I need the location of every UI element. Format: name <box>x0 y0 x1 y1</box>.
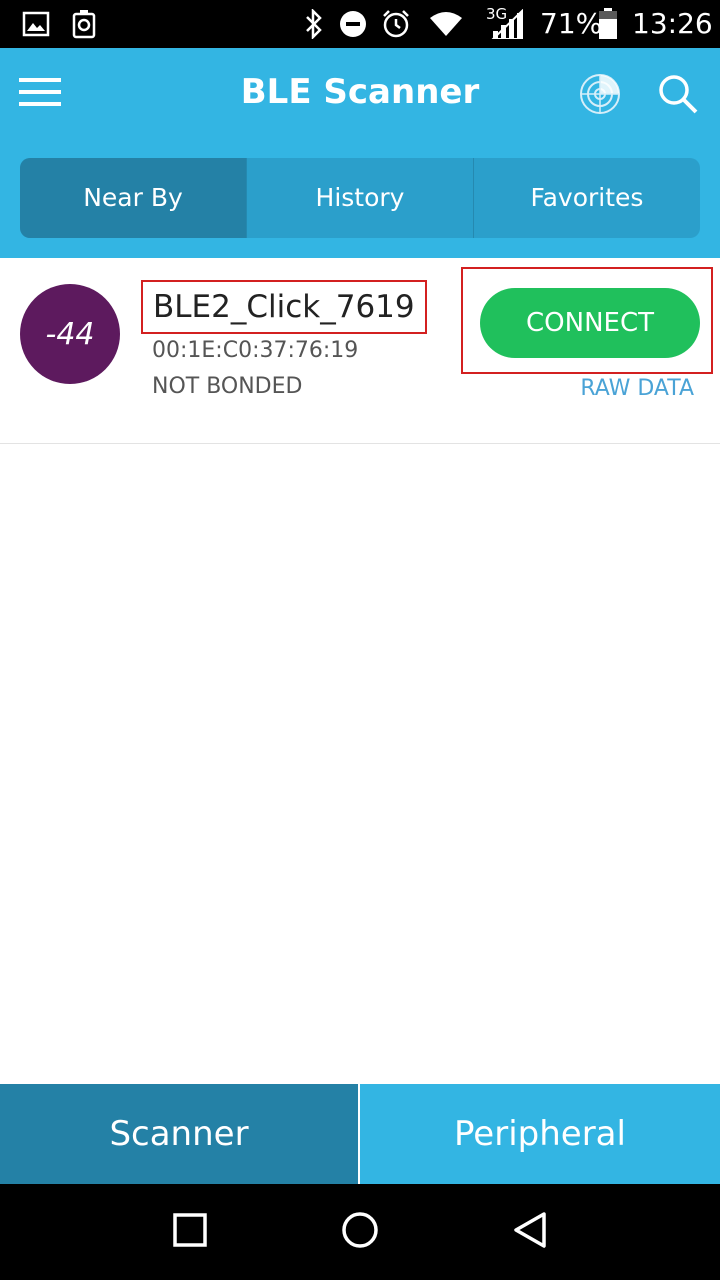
signal-icon <box>488 8 524 40</box>
battery-icon <box>596 8 620 40</box>
back-icon <box>512 1211 548 1253</box>
status-bar: 3G 71% 13:26 <box>0 0 720 48</box>
menu-button[interactable] <box>14 68 66 120</box>
tab-favorites[interactable]: Favorites <box>474 158 700 238</box>
menu-icon <box>19 77 61 111</box>
home-icon <box>341 1211 379 1253</box>
recycle-icon <box>68 8 100 40</box>
radar-icon <box>578 72 622 120</box>
search-button[interactable] <box>652 70 704 122</box>
connect-button[interactable]: CONNECT <box>480 288 700 358</box>
device-mac-address: 00:1E:C0:37:76:19 <box>152 338 359 363</box>
wifi-icon <box>428 8 464 40</box>
recents-icon <box>173 1213 207 1251</box>
bond-state: NOT BONDED <box>152 374 303 399</box>
device-name: BLE2_Click_7619 <box>141 280 427 334</box>
device-list: -44 BLE2_Click_7619 00:1E:C0:37:76:19 NO… <box>0 258 720 1084</box>
tab-history[interactable]: History <box>247 158 474 238</box>
recents-button[interactable] <box>166 1208 214 1256</box>
home-button[interactable] <box>336 1208 384 1256</box>
app-bar: BLE Scanner Near By History Favorites <box>0 48 720 258</box>
raw-data-link[interactable]: RAW DATA <box>580 376 694 401</box>
navigation-bar <box>0 1184 720 1280</box>
back-button[interactable] <box>506 1208 554 1256</box>
bluetooth-icon <box>300 8 328 40</box>
battery-percent: 71% <box>540 7 603 40</box>
alarm-icon <box>380 8 412 40</box>
tab-near-by[interactable]: Near By <box>20 158 247 238</box>
device-row[interactable]: -44 BLE2_Click_7619 00:1E:C0:37:76:19 NO… <box>0 258 720 444</box>
tab-scanner[interactable]: Scanner <box>0 1084 360 1184</box>
bottom-tab-bar: Scanner Peripheral <box>0 1084 720 1184</box>
tab-peripheral[interactable]: Peripheral <box>360 1084 720 1184</box>
gallery-icon <box>20 8 52 40</box>
clock: 13:26 <box>632 7 713 40</box>
do-not-disturb-icon <box>338 8 368 40</box>
search-icon <box>657 73 699 119</box>
radar-button[interactable] <box>574 70 626 122</box>
tab-bar: Near By History Favorites <box>20 158 700 238</box>
rssi-badge: -44 <box>20 284 120 384</box>
app-title: BLE Scanner <box>240 72 480 112</box>
